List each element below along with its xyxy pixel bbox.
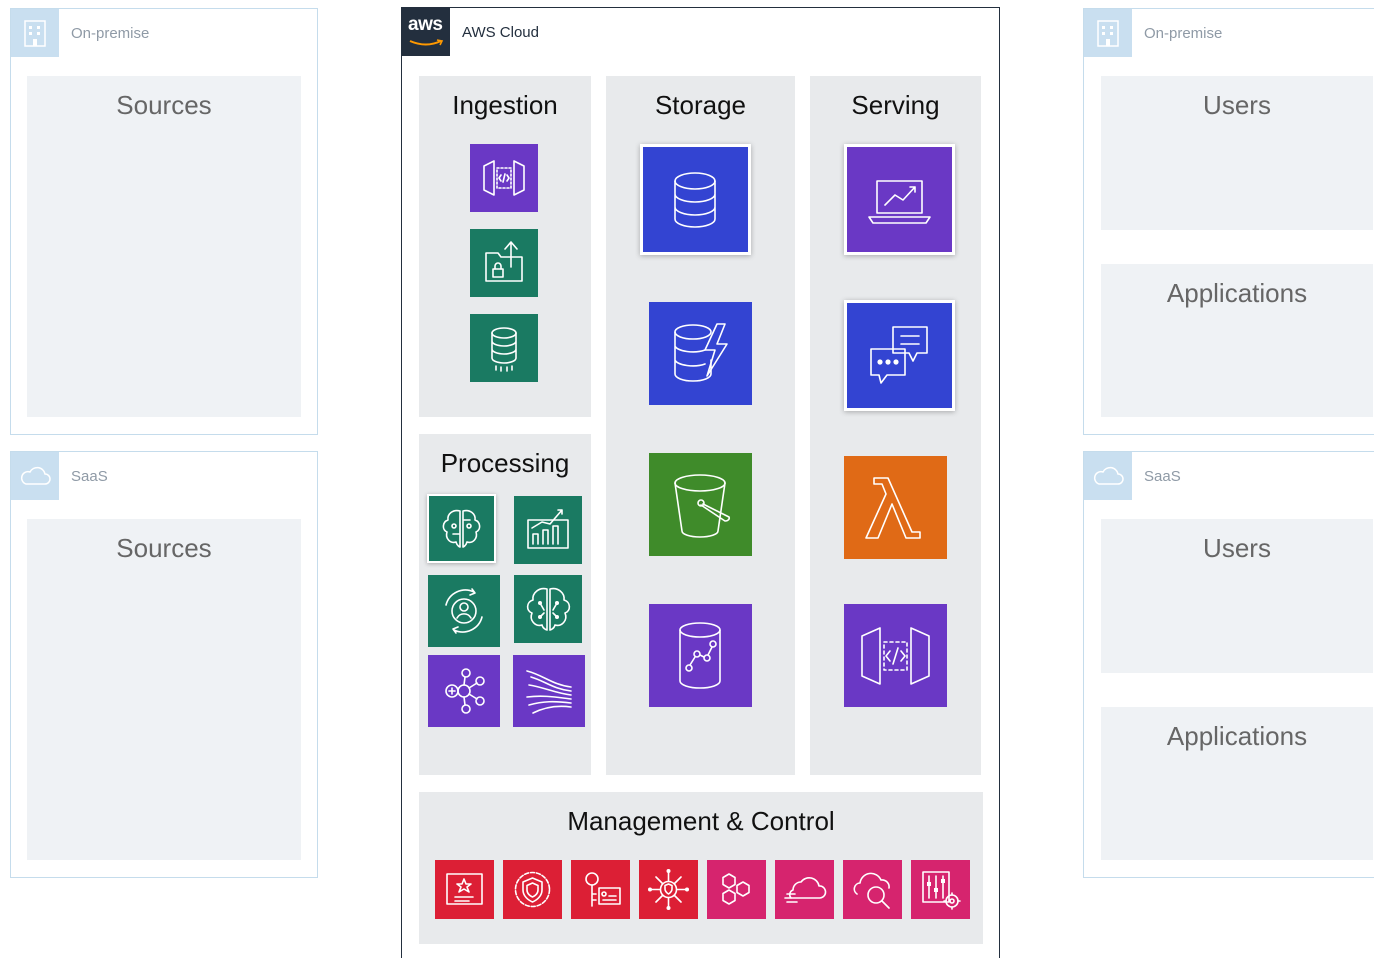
sources-title: Sources: [116, 533, 212, 563]
group-label: SaaS: [1144, 468, 1181, 485]
rds-database-icon: [643, 147, 748, 252]
systems-manager-icon: [911, 860, 970, 919]
transfer-family-icon: [470, 229, 538, 297]
sources-box: Sources: [27, 76, 301, 417]
aws-cloud-group: aws AWS Cloud Ingestion Processing Stora…: [401, 7, 1000, 958]
personalize-icon: [428, 575, 500, 647]
serving-column: Serving: [810, 76, 981, 775]
serving-title: Serving: [851, 90, 940, 120]
applications-box: Applications: [1101, 264, 1373, 417]
ingestion-title: Ingestion: [452, 90, 558, 120]
sagemaker-icon: [429, 496, 494, 561]
cloud-icon: [1084, 452, 1132, 500]
applications-box: Applications: [1101, 707, 1373, 860]
storage-column: Storage: [606, 76, 795, 775]
chat-icon: [847, 303, 952, 408]
management-control-bar: Management & Control: [419, 792, 983, 944]
kinesis-icon: [513, 655, 585, 727]
group-label: SaaS: [71, 468, 108, 485]
s3-bucket-icon: [649, 453, 752, 556]
database-migration-icon: [470, 314, 538, 382]
ingestion-column: Ingestion: [419, 76, 591, 417]
left-onprem-group: On-premise Sources: [10, 8, 318, 435]
quicksight-laptop-icon: [847, 147, 952, 252]
applications-title: Applications: [1166, 278, 1308, 308]
aws-cloud-label: AWS Cloud: [462, 24, 539, 41]
api-gateway-icon: [470, 144, 538, 212]
network-security-icon: [639, 860, 698, 919]
lambda-icon: [844, 456, 947, 559]
cloud-icon: [11, 452, 59, 500]
secrets-key-icon: [571, 860, 630, 919]
group-label: On-premise: [71, 25, 150, 42]
users-box: Users: [1101, 519, 1373, 673]
aws-logo-text: aws: [408, 14, 443, 35]
shield-icon: [503, 860, 562, 919]
glue-icon: [428, 655, 500, 727]
sources-title: Sources: [116, 90, 212, 120]
users-title: Users: [1203, 90, 1271, 120]
cloudformation-icon: [707, 860, 766, 919]
right-onprem-group: On-premise Users Applications: [1083, 8, 1374, 435]
users-title: Users: [1203, 533, 1271, 563]
management-title: Management & Control: [567, 806, 835, 836]
applications-title: Applications: [1166, 721, 1308, 751]
building-icon: [11, 9, 59, 57]
api-endpoint-icon: [844, 604, 947, 707]
processing-column: Processing: [419, 434, 591, 775]
group-label: On-premise: [1144, 25, 1223, 42]
redshift-icon: [649, 604, 752, 707]
left-saas-group: SaaS Sources: [10, 451, 318, 878]
dynamodb-icon: [649, 302, 752, 405]
quicksight-icon: [514, 496, 582, 564]
aws-logo: aws: [402, 8, 450, 56]
users-box: Users: [1101, 76, 1373, 230]
processing-title: Processing: [440, 448, 570, 478]
right-saas-group: SaaS Users Applications: [1083, 451, 1374, 878]
cloud-services-icon: [775, 860, 834, 919]
cloudwatch-search-icon: [843, 860, 902, 919]
comprehend-icon: [514, 575, 582, 643]
sources-box: Sources: [27, 519, 301, 860]
storage-title: Storage: [654, 90, 747, 120]
building-icon: [1084, 9, 1132, 57]
certificate-icon: [435, 860, 494, 919]
